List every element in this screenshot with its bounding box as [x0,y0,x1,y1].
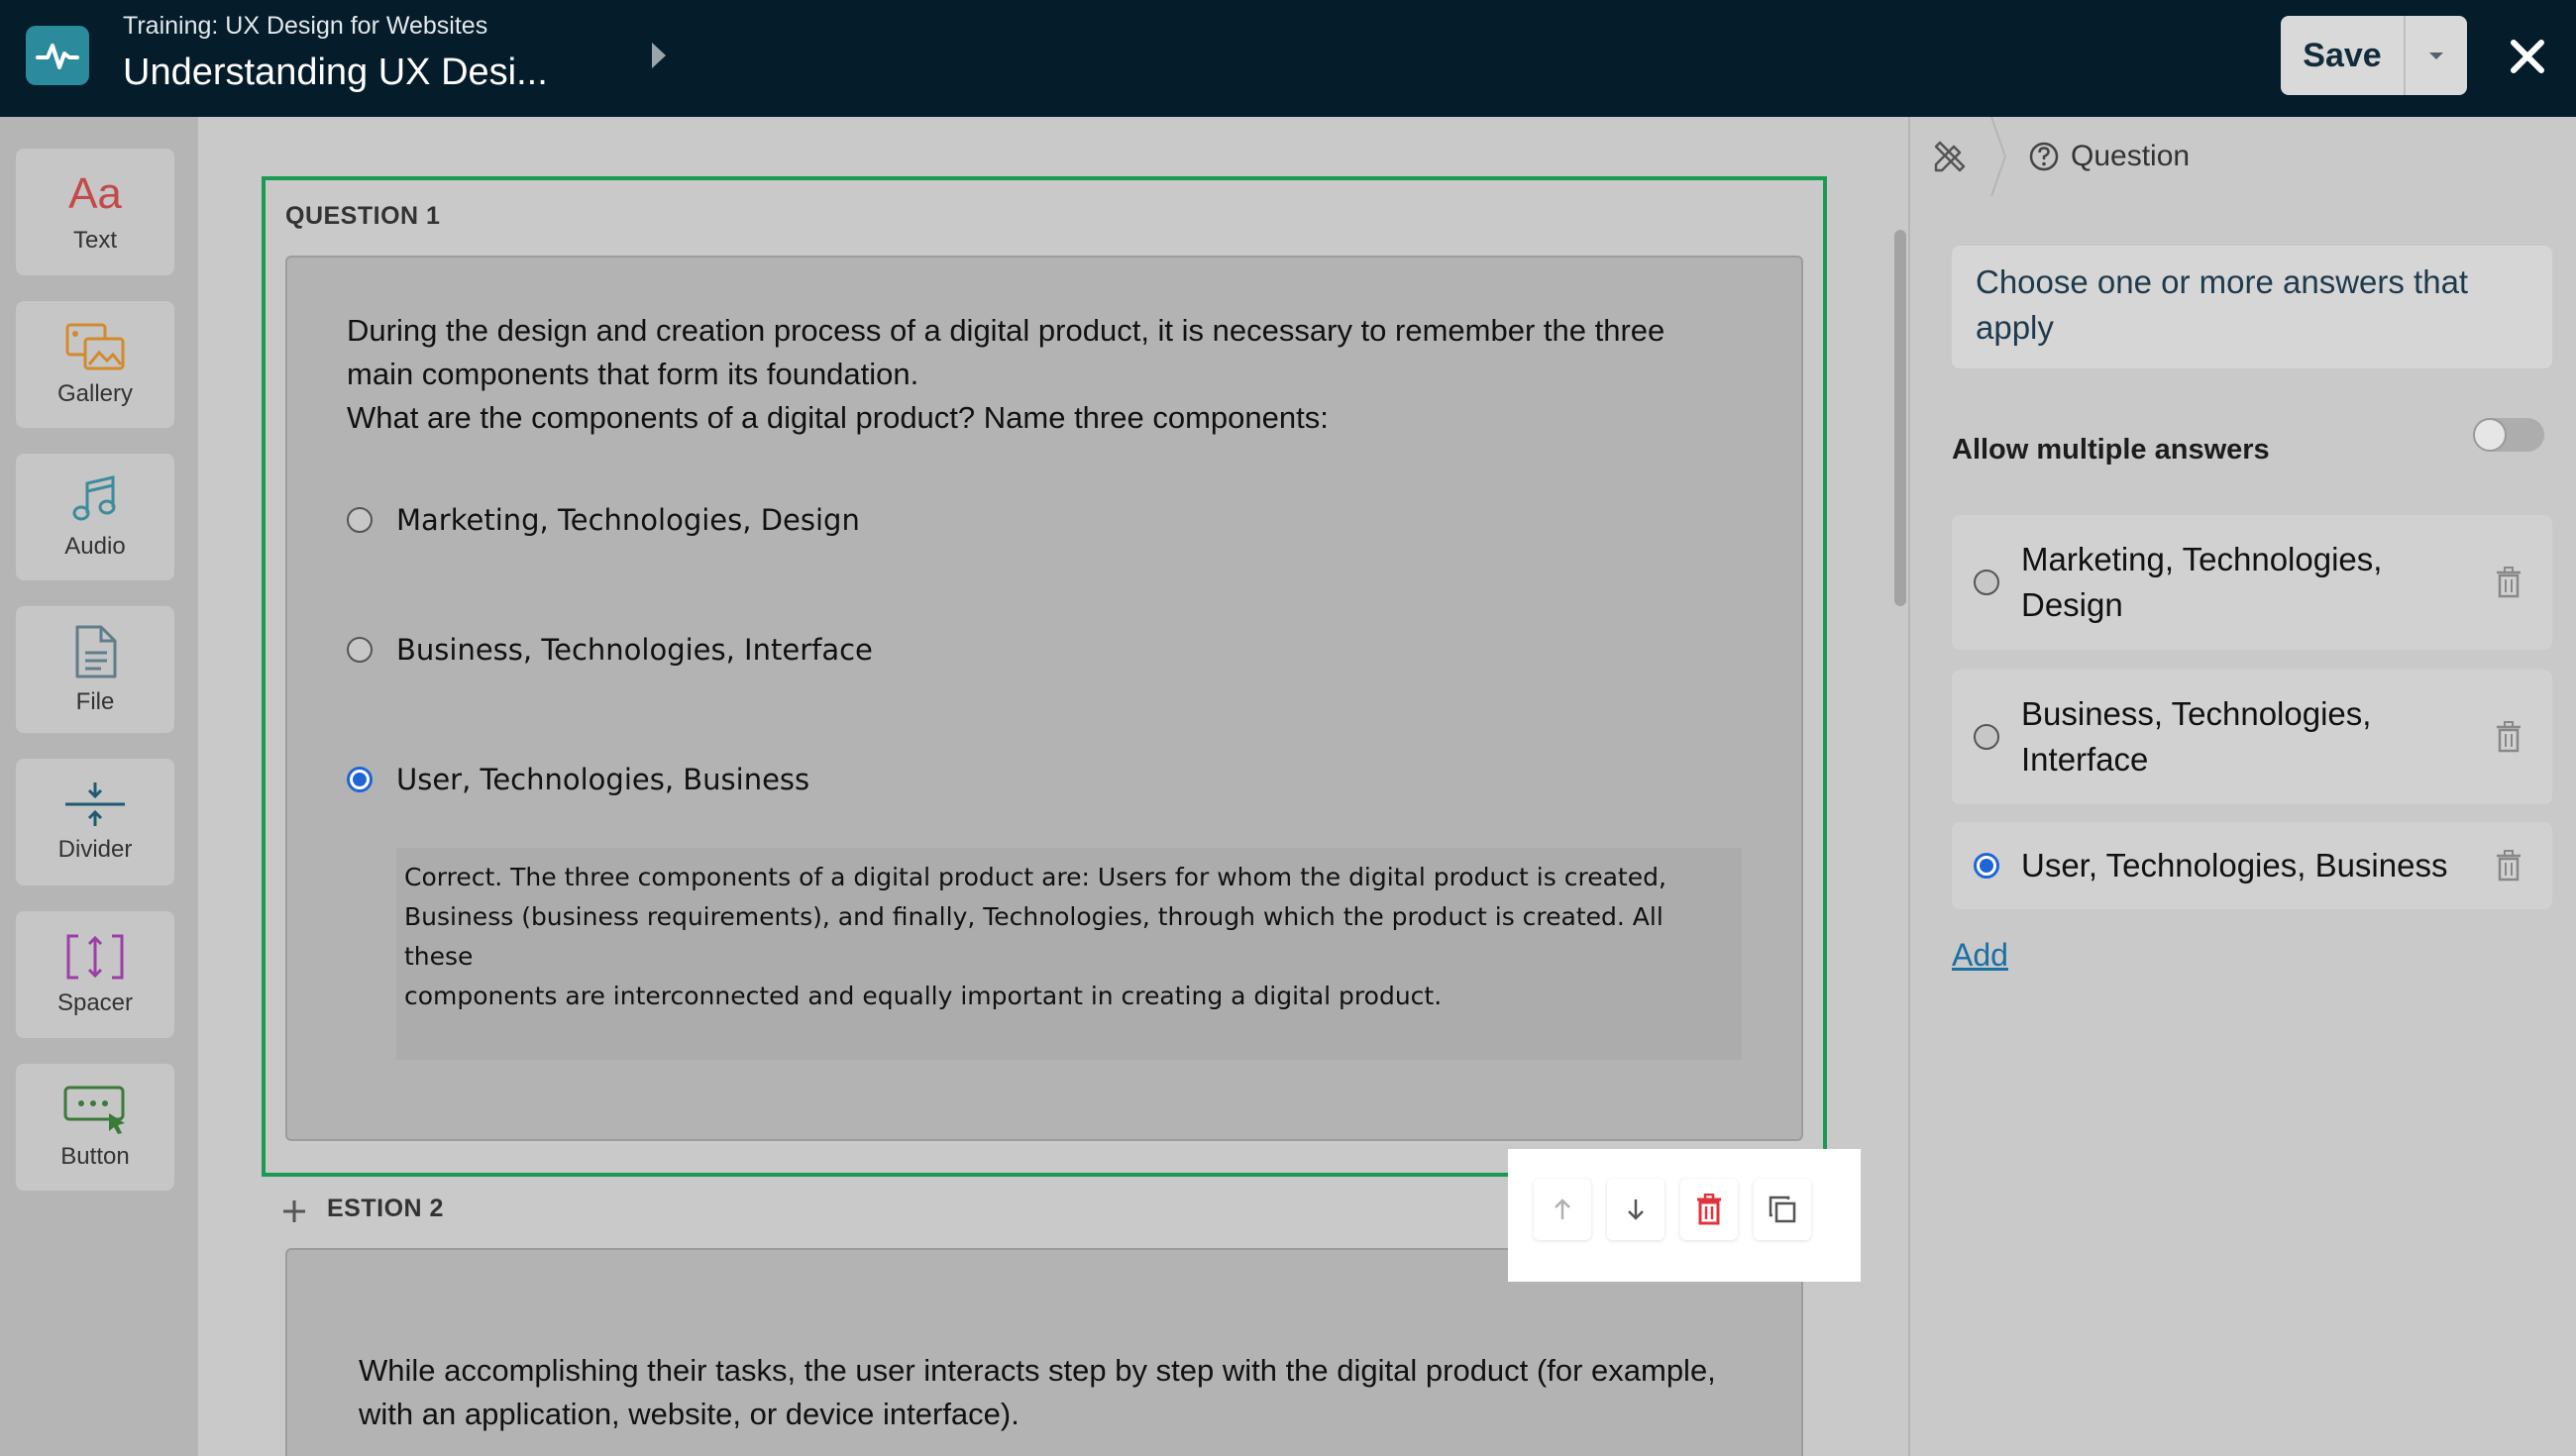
properties-panel: Question Choose one or more answers that… [1908,117,2576,1456]
answer-label: Business, Technologies, Interface [396,633,873,667]
lesson-title[interactable]: Understanding UX Desi... [123,52,548,94]
move-down-button[interactable] [1607,1179,1664,1240]
button-icon [63,1086,125,1134]
expand-title-button[interactable] [650,38,672,73]
answer-option[interactable]: Marketing, Technologies, Design [347,503,860,537]
add-answer-link[interactable]: Add [1952,937,2008,974]
instruction-field[interactable]: Choose one or more answers that apply [1952,246,2552,368]
course-title: Training: UX Design for Websites [123,12,488,40]
answer-item-label[interactable]: Marketing, Technologies, Design [2021,537,2487,628]
answer-radio[interactable] [1974,570,1999,595]
question-1-text-line: What are the components of a digital pro… [347,400,1329,435]
tool-label: Text [72,227,117,254]
divider-icon [65,782,125,826]
feedback-line: Business (business requirements), and fi… [404,902,1664,971]
gallery-block-button[interactable]: Gallery [16,301,174,428]
canvas-scrollbar[interactable] [1894,230,1906,606]
question-2-text-line: with an application, website, or device … [359,1397,1020,1431]
save-button-group: Save [2281,16,2467,95]
question-2-text-line: While accomplishing their tasks, the use… [359,1353,1716,1388]
breadcrumb-current: Question [2071,140,2191,172]
question-circle-icon [2029,142,2059,171]
tool-label: Button [60,1143,130,1170]
answer-radio[interactable] [347,637,373,663]
close-button[interactable] [2493,22,2562,91]
duplicate-block-button[interactable] [1754,1179,1811,1240]
gallery-icon [65,323,125,370]
text-block-button[interactable]: Aa Text [16,149,174,275]
button-block-button[interactable]: Button [16,1064,174,1191]
plus-icon [283,1200,305,1222]
delete-answer-button[interactable] [2487,712,2530,762]
answer-item[interactable]: User, Technologies, Business [1952,822,2552,909]
question-1-text-line: During the design and creation process o… [347,313,1665,348]
answer-label: Marketing, Technologies, Design [396,503,860,537]
question-1-label: QUESTION 1 [285,202,441,230]
delete-answer-button[interactable] [2487,841,2530,890]
answer-option[interactable]: Business, Technologies, Interface [347,633,873,667]
trash-icon [1697,1194,1721,1225]
caret-right-icon [652,43,666,68]
question-1-text-line: main components that form its foundation… [347,357,919,391]
block-toolbar: Aa Text Gallery Audio File Divider Space… [0,117,198,1456]
answer-option[interactable]: User, Technologies, Business [347,763,809,796]
add-block-button[interactable] [262,1181,327,1242]
answer-radio[interactable] [347,507,373,533]
divider-block-button[interactable]: Divider [16,759,174,885]
delete-block-button[interactable] [1680,1179,1738,1240]
move-up-button[interactable] [1534,1179,1591,1240]
audio-icon [72,475,116,521]
design-tools-button[interactable] [1910,117,1989,196]
block-actions [1508,1149,1861,1282]
audio-block-button[interactable]: Audio [16,454,174,580]
tool-label: Spacer [56,989,134,1016]
delete-answer-button[interactable] [2487,558,2530,607]
tool-label: Audio [64,533,126,560]
trash-icon [2497,567,2521,598]
top-bar: Training: UX Design for Websites Underst… [0,0,2576,117]
trash-icon [2497,850,2521,882]
arrow-up-icon [1555,1198,1570,1219]
save-button[interactable]: Save [2281,16,2406,95]
answer-radio-selected[interactable] [1974,853,1999,879]
pencil-ruler-icon [1934,141,1966,172]
trash-icon [2497,721,2521,753]
answer-item-label[interactable]: Business, Technologies, Interface [2021,691,2487,782]
save-options-button[interactable] [2406,16,2467,95]
answer-item-label[interactable]: User, Technologies, Business [2021,843,2487,888]
question-1-card[interactable]: During the design and creation process o… [285,256,1803,1141]
tool-label: Divider [57,836,133,863]
answer-radio-selected[interactable] [347,767,373,792]
breadcrumb-separator-icon [1990,117,2007,196]
copy-icon [1769,1196,1796,1223]
spacer-block-button[interactable]: Spacer [16,911,174,1038]
tool-label: File [75,688,115,715]
feedback-line: components are interconnected and equall… [404,982,1443,1010]
answer-item[interactable]: Marketing, Technologies, Design [1952,515,2552,650]
answer-feedback[interactable]: Correct. The three components of a digit… [396,848,1742,1060]
pulse-icon [36,44,79,69]
chevron-down-icon [2429,52,2443,59]
question-2-label: ESTION 2 [327,1195,444,1222]
answer-radio[interactable] [1974,724,1999,750]
close-icon [2511,40,2544,73]
feedback-line: Correct. The three components of a digit… [404,863,1666,891]
allow-multiple-label: Allow multiple answers [1952,434,2270,466]
breadcrumb: Question [1910,117,2576,196]
editor-canvas: QUESTION 1 During the design and creatio… [198,117,1908,1456]
file-icon [75,625,117,678]
answer-item[interactable]: Business, Technologies, Interface [1952,670,2552,804]
app-logo[interactable] [26,26,89,85]
allow-multiple-toggle[interactable] [2473,418,2544,452]
arrow-down-icon [1628,1199,1644,1220]
tool-label: Gallery [56,380,134,407]
text-icon: Aa [68,169,122,218]
answer-label: User, Technologies, Business [396,763,810,796]
spacer-icon [66,934,124,980]
file-block-button[interactable]: File [16,606,174,733]
